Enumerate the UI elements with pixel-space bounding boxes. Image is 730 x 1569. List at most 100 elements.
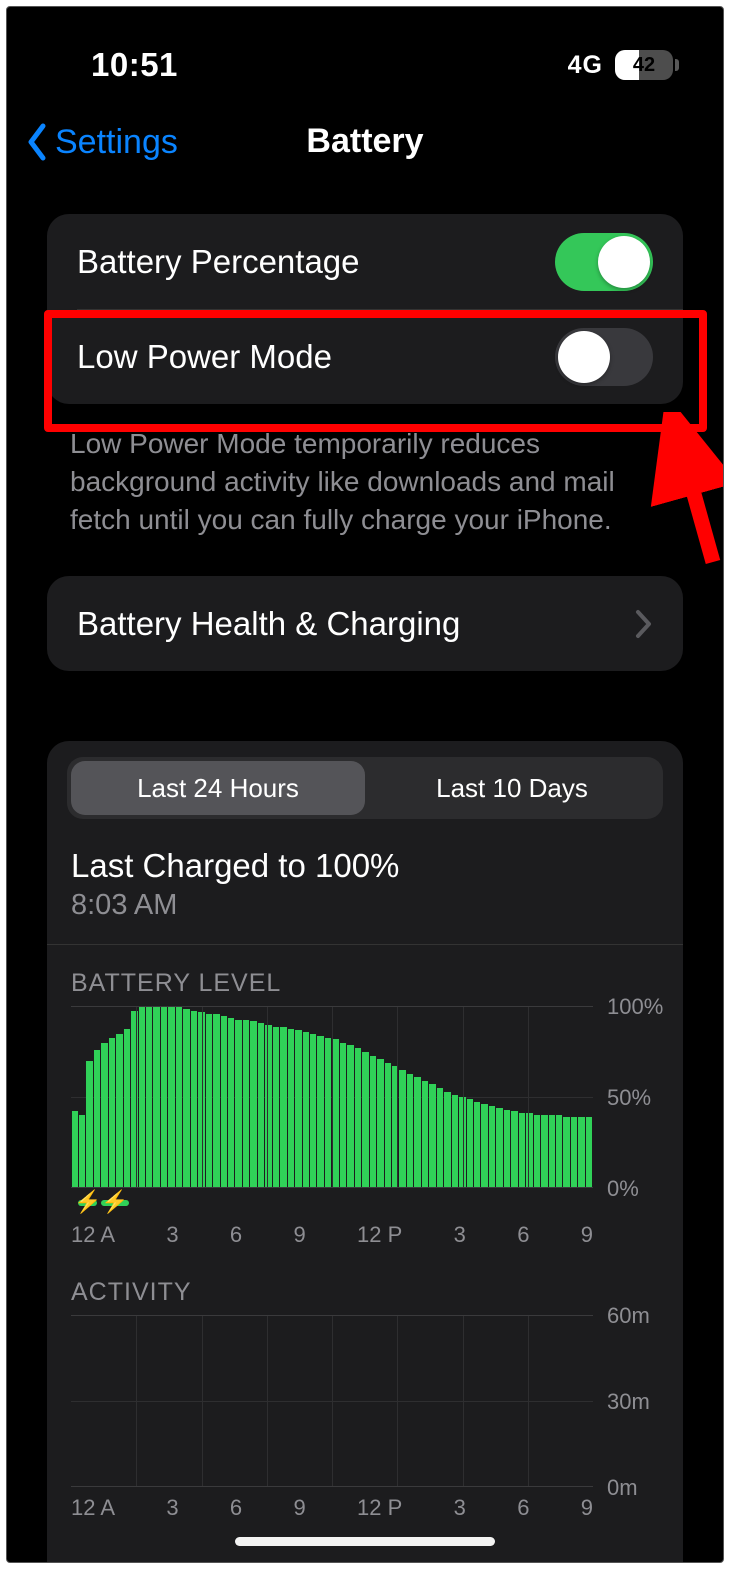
x-tick-label: 12 A — [71, 1495, 115, 1521]
battery-level-bar — [146, 1007, 152, 1187]
time-range-segmented-control: Last 24 Hours Last 10 Days — [67, 757, 663, 819]
activity-chart: 60m30m0m 12 A36912 P369 — [71, 1315, 593, 1521]
battery-level-bar — [340, 1043, 346, 1187]
settings-group-health: Battery Health & Charging — [47, 576, 683, 671]
nav-bar: Settings Battery — [7, 112, 723, 172]
x-tick-label: 9 — [581, 1495, 593, 1521]
status-time: 10:51 — [91, 46, 178, 84]
battery-level-bar — [153, 1007, 159, 1187]
battery-level-bar — [578, 1117, 584, 1187]
battery-level-bar — [377, 1059, 383, 1187]
x-tick-label: 9 — [293, 1495, 305, 1521]
settings-group-power: Battery Percentage Low Power Mode — [47, 214, 683, 404]
battery-level-bar — [332, 1039, 338, 1187]
x-tick-label: 6 — [230, 1495, 242, 1521]
x-tick-label: 6 — [230, 1222, 242, 1248]
battery-level-bar — [355, 1048, 361, 1187]
x-tick-label: 12 P — [357, 1495, 402, 1521]
battery-level-bar — [183, 1009, 189, 1187]
battery-level-bar — [228, 1018, 234, 1187]
last-charged-block: Last Charged to 100% 8:03 AM — [71, 847, 663, 922]
x-tick-label: 9 — [581, 1222, 593, 1248]
battery-level-bar — [452, 1095, 458, 1187]
battery-level-title: BATTERY LEVEL — [71, 969, 663, 998]
y-tick-label: 100% — [607, 994, 665, 1020]
battery-level-bar — [221, 1016, 227, 1187]
battery-level-chart: 100%50%0% ⚡⚡ 12 A36912 P369 — [71, 1006, 593, 1248]
battery-level-bar — [504, 1110, 510, 1187]
battery-level-bar — [101, 1043, 107, 1187]
battery-level-bar — [571, 1117, 577, 1187]
battery-level-bar — [519, 1113, 525, 1187]
x-tick-label: 3 — [454, 1222, 466, 1248]
battery-level-bar — [310, 1034, 316, 1187]
low-power-mode-label: Low Power Mode — [77, 338, 332, 376]
low-power-mode-toggle[interactable] — [555, 328, 653, 386]
battery-level-bar — [481, 1104, 487, 1187]
x-tick-label: 12 P — [357, 1222, 402, 1248]
x-tick-label: 6 — [517, 1222, 529, 1248]
battery-level-bar — [467, 1099, 473, 1187]
battery-usage-section: Last 24 Hours Last 10 Days Last Charged … — [47, 741, 683, 1562]
low-power-mode-row[interactable]: Low Power Mode — [47, 309, 683, 404]
x-tick-label: 12 A — [71, 1222, 115, 1248]
battery-level-bar — [541, 1115, 547, 1187]
last-charged-time: 8:03 AM — [71, 889, 663, 922]
battery-level-bar — [437, 1088, 443, 1187]
battery-level-bar — [124, 1029, 130, 1187]
battery-level-bar — [191, 1011, 197, 1187]
battery-level-bar — [511, 1111, 517, 1187]
status-bar: 10:51 4G 42 — [7, 7, 723, 97]
battery-level-bar — [549, 1115, 555, 1187]
status-right: 4G 42 — [556, 50, 679, 80]
battery-level-bar — [474, 1102, 480, 1187]
x-tick-label: 3 — [166, 1222, 178, 1248]
x-tick-label: 3 — [166, 1495, 178, 1521]
battery-level-bar — [94, 1050, 100, 1187]
battery-level-bar — [563, 1117, 569, 1187]
tab-last-24-hours[interactable]: Last 24 Hours — [71, 761, 365, 815]
battery-level-bar — [303, 1032, 309, 1187]
battery-percentage-row[interactable]: Battery Percentage — [47, 214, 683, 309]
battery-level-bar — [109, 1038, 115, 1187]
y-tick-label: 30m — [607, 1389, 665, 1415]
battery-level-bar — [72, 1111, 78, 1187]
battery-level-bar — [176, 1007, 182, 1187]
y-tick-label: 0m — [607, 1475, 665, 1501]
tab-last-10-days[interactable]: Last 10 Days — [365, 761, 659, 815]
charging-segment: ⚡ — [101, 1200, 129, 1206]
battery-level-bar — [161, 1007, 167, 1187]
battery-level-bar — [325, 1038, 331, 1187]
battery-level-bar — [534, 1115, 540, 1187]
battery-percentage-value: 42 — [615, 50, 673, 80]
battery-health-row[interactable]: Battery Health & Charging — [47, 576, 683, 671]
battery-level-bar — [370, 1056, 376, 1187]
page-title: Battery — [7, 122, 723, 161]
battery-level-bar — [429, 1084, 435, 1187]
battery-level-bar — [295, 1030, 301, 1187]
battery-level-bar — [362, 1052, 368, 1187]
charging-segment: ⚡ — [78, 1200, 97, 1206]
battery-level-bar — [489, 1106, 495, 1187]
battery-level-bar — [280, 1027, 286, 1187]
battery-percentage-toggle[interactable] — [555, 233, 653, 291]
battery-level-bar — [444, 1092, 450, 1187]
battery-level-bar — [139, 1007, 145, 1187]
battery-percentage-label: Battery Percentage — [77, 243, 360, 281]
home-indicator[interactable] — [235, 1537, 495, 1546]
y-tick-label: 0% — [607, 1176, 665, 1202]
battery-level-bar — [556, 1115, 562, 1187]
battery-level-bar — [273, 1027, 279, 1187]
battery-level-bar — [86, 1061, 92, 1187]
battery-level-bar — [422, 1081, 428, 1187]
battery-level-bar — [79, 1115, 85, 1187]
battery-level-bar — [243, 1020, 249, 1187]
battery-level-bar — [288, 1029, 294, 1187]
battery-health-label: Battery Health & Charging — [77, 605, 460, 643]
network-label: 4G — [568, 51, 603, 80]
battery-settings-screen: 10:51 4G 42 Settings Battery — [6, 6, 724, 1563]
divider — [47, 944, 683, 945]
battery-level-bar — [213, 1014, 219, 1187]
low-power-footnote: Low Power Mode temporarily reduces backg… — [70, 425, 671, 538]
battery-level-bar — [317, 1036, 323, 1187]
